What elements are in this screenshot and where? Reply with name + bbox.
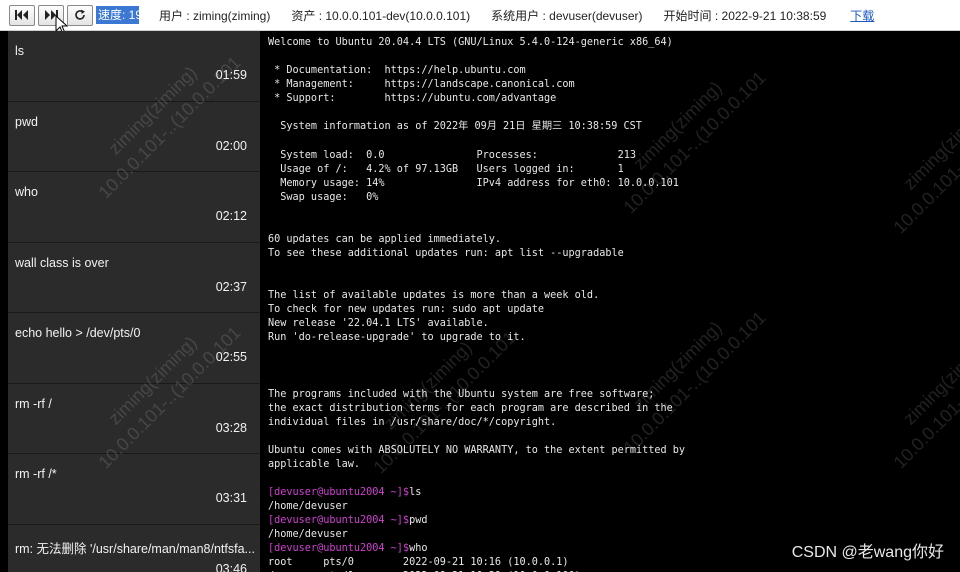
- terminal-line: Run 'do-release-upgrade' to upgrade to i…: [268, 332, 526, 344]
- terminal-prompt-line: [devuser@ubuntu2004 ~]$pwd: [268, 514, 960, 528]
- rewind-icon: [15, 10, 28, 20]
- command-text: rm -rf /*: [15, 467, 57, 481]
- command-time: 03:46: [215, 561, 247, 572]
- command-item[interactable]: rm -rf / 03:28: [8, 384, 260, 454]
- command-item[interactable]: echo hello > /dev/pts/0 02:55: [8, 313, 260, 384]
- terminal-line: Welcome to Ubuntu 20.04.4 LTS (GNU/Linux…: [268, 37, 673, 48]
- terminal-line: System information as of 2022年 09月 21日 星…: [268, 121, 642, 133]
- speed-input[interactable]: 速度: 19: [96, 6, 139, 24]
- terminal-output[interactable]: Welcome to Ubuntu 20.04.4 LTS (GNU/Linux…: [263, 31, 960, 572]
- terminal-line: * Management: https://landscape.canonica…: [268, 79, 575, 91]
- command-text: pwd: [15, 114, 38, 129]
- shell-prompt: [devuser@ubuntu2004 ~]$: [268, 487, 410, 498]
- command-text: echo hello > /dev/pts/0: [15, 326, 141, 340]
- session-system-user: 系统用户 : devuser(devuser): [491, 8, 643, 23]
- command-time: 02:00: [215, 138, 247, 153]
- command-item[interactable]: rm -rf /* 03:31: [8, 454, 260, 525]
- command-text: who: [15, 185, 38, 199]
- session-start-time: 开始时间 : 2022-9-21 10:38:59: [663, 8, 827, 23]
- command-list[interactable]: ls 01:59 pwd 02:00 who 02:12 wall class is ove…: [8, 31, 260, 572]
- command-item[interactable]: ls 01:59: [8, 31, 260, 102]
- shell-command: pwd: [409, 515, 428, 527]
- terminal-line: Usage of /: 4.2% of 97.13GB Users logged…: [268, 163, 624, 175]
- terminal-line: applicable law.: [268, 458, 361, 470]
- terminal-line: Ubuntu comes with ABSOLUTELY NO WARRANTY…: [268, 444, 686, 456]
- command-item[interactable]: who 02:12: [8, 172, 260, 243]
- shell-prompt: [devuser@ubuntu2004 ~]$: [268, 515, 410, 527]
- terminal-line: System load: 0.0 Processes: 213: [268, 149, 637, 161]
- refresh-icon: [75, 9, 85, 20]
- command-time: 02:55: [215, 350, 247, 364]
- shell-prompt: [devuser@ubuntu2004 ~]$: [268, 543, 410, 555]
- terminal-line: 60 updates can be applied immediately.: [268, 233, 502, 245]
- command-time: 02:37: [215, 279, 247, 294]
- command-text: rm: 无法删除 '/usr/share/man/man8/ntfsfa...: [15, 541, 255, 556]
- playback-toolbar: 速度: 19 用户 : ziming(ziming) 资产 : 10.0.0.1…: [0, 0, 960, 31]
- terminal-line: To check for new updates run: sudo apt u…: [268, 304, 545, 316]
- download-link[interactable]: 下载: [850, 7, 874, 24]
- rewind-button[interactable]: [9, 4, 35, 26]
- command-time: 03:31: [215, 491, 247, 505]
- terminal-line: The list of available updates is more th…: [268, 290, 600, 302]
- terminal-line: /home/devuser: [268, 501, 348, 513]
- terminal-prompt-line: [devuser@ubuntu2004 ~]$ls: [268, 486, 960, 500]
- terminal-line: * Documentation: https://help.ubuntu.com: [268, 65, 526, 77]
- session-asset: 资产 : 10.0.0.101-dev(10.0.0.101): [291, 8, 471, 23]
- terminal-line: * Support: https://ubuntu.com/advantage: [268, 93, 557, 105]
- command-text: wall class is over: [15, 255, 109, 270]
- command-time: 03:28: [215, 420, 247, 435]
- terminal-line: Memory usage: 14% IPv4 address for eth0:…: [268, 177, 679, 189]
- command-text: rm -rf /: [15, 396, 52, 411]
- command-time: 02:12: [215, 209, 247, 223]
- refresh-button[interactable]: [67, 4, 93, 26]
- terminal-line: Swap usage: 0%: [268, 191, 379, 203]
- command-time: 01:59: [215, 68, 247, 82]
- command-item[interactable]: pwd 02:00: [8, 102, 260, 172]
- terminal-line: the exact distribution terms for each pr…: [268, 402, 673, 414]
- shell-command: ls: [409, 487, 422, 498]
- session-user: 用户 : ziming(ziming): [159, 8, 271, 23]
- shell-command: who: [409, 543, 428, 555]
- terminal-line: individual files in /usr/share/doc/*/cop…: [268, 416, 557, 428]
- command-item[interactable]: rm: 无法删除 '/usr/share/man/man8/ntfsfa... 0…: [8, 525, 260, 572]
- csdn-watermark: CSDN @老wang你好: [791, 544, 944, 561]
- terminal-line: New release '22.04.1 LTS' available.: [268, 318, 489, 330]
- terminal-line: The programs included with the Ubuntu sy…: [268, 388, 655, 400]
- terminal-line: To see these additional updates run: apt…: [268, 247, 624, 259]
- command-text: ls: [15, 44, 25, 58]
- command-item[interactable]: wall class is over 02:37: [8, 243, 260, 313]
- left-edge: [0, 31, 8, 572]
